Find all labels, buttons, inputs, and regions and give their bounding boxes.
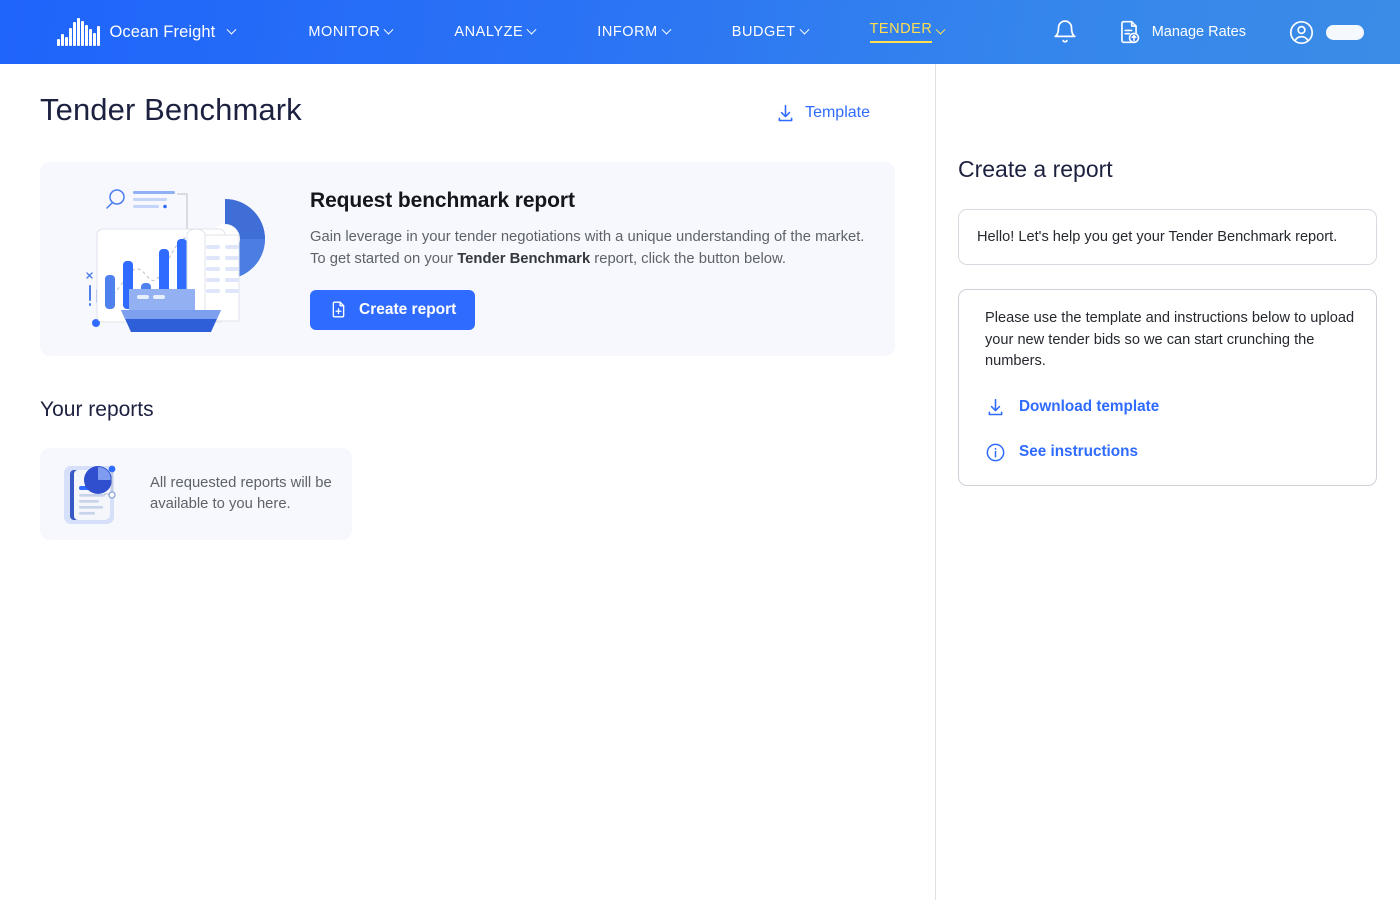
download-template-label: Download template	[1019, 398, 1160, 415]
account-name-placeholder	[1326, 24, 1364, 40]
download-template-link[interactable]: Download template	[985, 397, 1356, 418]
nav-item-analyze[interactable]: ANALYZE	[454, 24, 537, 40]
chevron-down-icon	[383, 24, 394, 35]
panel-title: Create a report	[958, 156, 1113, 182]
create-report-panel: Create a report Hello! Let's help you ge…	[936, 64, 1399, 900]
see-instructions-link[interactable]: See instructions	[985, 442, 1356, 463]
app-header: Ocean Freight MONITOR ANALYZE INFORM BUD…	[0, 0, 1400, 64]
nav-item-inform[interactable]: INFORM	[597, 24, 672, 40]
nav-label: BUDGET	[731, 24, 796, 40]
bell-icon[interactable]	[1052, 19, 1078, 45]
instructions-line3: numbers.	[985, 353, 1046, 369]
main-nav: MONITOR ANALYZE INFORM BUDGET TENDER	[308, 21, 1006, 43]
your-reports-heading: Your reports	[40, 398, 154, 421]
hero-desc-bold: Tender Benchmark	[457, 250, 591, 267]
analytics-ship-illustration	[75, 177, 280, 342]
empty-line1: All requested reports will be	[150, 475, 332, 491]
chevron-down-icon	[526, 24, 537, 35]
nav-item-budget[interactable]: BUDGET	[731, 24, 809, 40]
page-title: Tender Benchmark	[40, 92, 302, 127]
hero-text-block: Request benchmark report Gain leverage i…	[310, 189, 884, 330]
nav-item-tender[interactable]: TENDER	[869, 21, 946, 43]
download-icon	[985, 397, 1006, 418]
main-content: Tender Benchmark Template Request benchm…	[0, 64, 936, 900]
reports-empty-state: All requested reports will be available …	[40, 448, 352, 540]
document-upload-icon	[1116, 19, 1142, 45]
account-menu[interactable]	[1288, 19, 1364, 46]
hero-desc-post: report, click the button below.	[590, 250, 786, 267]
empty-state-text: All requested reports will be available …	[150, 473, 332, 515]
nav-label: MONITOR	[308, 24, 381, 40]
empty-line2: available to you here.	[150, 496, 291, 512]
document-pie-chart-icon	[60, 458, 136, 530]
chevron-down-icon	[935, 24, 946, 35]
instructions-card: Please use the template and instructions…	[958, 289, 1377, 486]
instructions-line2: your new tender bids so we can start cru…	[985, 331, 1315, 348]
nav-item-monitor[interactable]: MONITOR	[308, 24, 394, 40]
document-plus-icon	[329, 300, 348, 319]
nav-label: TENDER	[869, 21, 933, 43]
manage-rates-label: Manage Rates	[1151, 24, 1246, 40]
info-circle-icon	[985, 442, 1006, 463]
hero-description: Gain leverage in your tender negotiation…	[310, 226, 864, 270]
create-report-label: Create report	[359, 300, 457, 318]
create-report-button[interactable]: Create report	[310, 289, 476, 330]
chat-message-text: Hello! Let's help you get your Tender Be…	[977, 229, 1338, 245]
waveform-logo-icon	[57, 18, 100, 46]
header-actions: Manage Rates	[1052, 0, 1364, 64]
nav-label: ANALYZE	[454, 24, 524, 40]
brand-logo-button[interactable]: Ocean Freight	[57, 18, 237, 46]
template-link-label: Template	[805, 104, 870, 121]
instructions-text: Please use the template and instructions…	[985, 308, 1356, 373]
hero-desc-pre: To get started on your	[310, 250, 458, 267]
hero-desc-line1: Gain leverage in your tender negotiation…	[310, 228, 865, 245]
page-body: Tender Benchmark Template Request benchm…	[0, 64, 1400, 900]
instructions-line1: Please use the template and instructions…	[985, 310, 1355, 326]
chevron-down-icon	[226, 24, 237, 35]
manage-rates-button[interactable]: Manage Rates	[1116, 19, 1246, 45]
request-benchmark-card: Request benchmark report Gain leverage i…	[40, 162, 895, 356]
nav-label: INFORM	[597, 24, 658, 40]
template-download-link[interactable]: Template	[775, 103, 870, 124]
chevron-down-icon	[661, 24, 672, 35]
see-instructions-label: See instructions	[1019, 443, 1139, 460]
user-circle-icon	[1288, 19, 1315, 46]
brand-name: Ocean Freight	[109, 22, 216, 41]
page-header-row: Tender Benchmark Template	[40, 64, 895, 128]
chat-message-bubble: Hello! Let's help you get your Tender Be…	[958, 209, 1377, 265]
download-icon	[775, 103, 796, 124]
chevron-down-icon	[799, 24, 809, 35]
hero-title: Request benchmark report	[310, 188, 575, 212]
